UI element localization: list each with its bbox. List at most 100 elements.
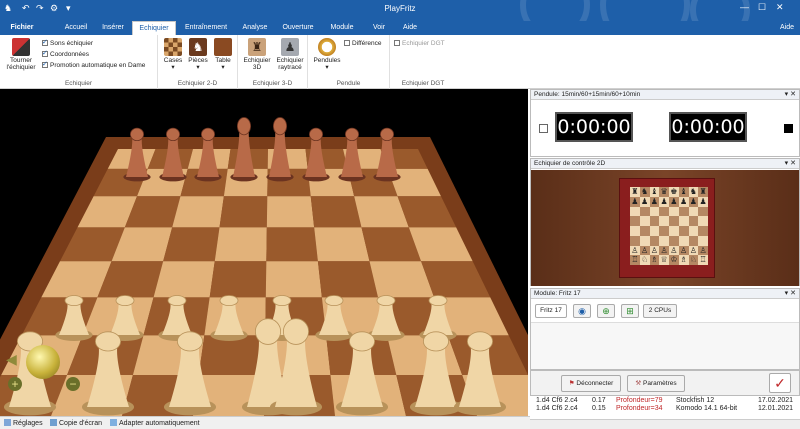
rotate-knob-icon[interactable]	[26, 345, 60, 379]
mini-board-square[interactable]: ♙	[669, 245, 679, 256]
mini-board-square[interactable]: ♘	[688, 255, 699, 265]
mini-board-square[interactable]: ♝	[678, 187, 689, 197]
mini-board-square[interactable]: ♙	[659, 245, 669, 256]
tab-ouverture[interactable]: Ouverture	[276, 21, 320, 35]
mini-board-square[interactable]: ♞	[639, 187, 650, 197]
tab-analyse[interactable]: Analyse	[236, 21, 274, 35]
mini-board-square[interactable]: ♟	[630, 196, 640, 207]
board-square[interactable]	[198, 335, 266, 375]
mini-board-square[interactable]	[698, 206, 708, 217]
autofit-status-button[interactable]: Adapter automatiquement	[110, 419, 200, 427]
engine-line[interactable]: 1.d4 Cf6 2.c4 0.15 Profondeur=34 Komodo …	[536, 405, 800, 413]
pieces-button[interactable]: ♞ Pièces ▾	[186, 38, 210, 71]
mini-board-square[interactable]	[698, 226, 708, 236]
maximize-icon[interactable]: ☐	[758, 2, 766, 13]
mini-board-square[interactable]	[639, 235, 650, 246]
mini-board-square[interactable]	[639, 206, 650, 217]
board-3d-view[interactable]: + − ◀	[0, 89, 528, 416]
mini-board-square[interactable]: ♔	[669, 255, 679, 265]
mini-board-square[interactable]	[669, 235, 679, 246]
tab-echiquier[interactable]: Echiquier	[132, 21, 176, 35]
board-square[interactable]	[317, 261, 379, 298]
mini-board-square[interactable]: ♙	[688, 245, 699, 256]
file-menu[interactable]: Fichier	[0, 21, 44, 35]
minimize-icon[interactable]: —	[740, 2, 749, 12]
cpu-count[interactable]: 2 CPUs	[643, 304, 677, 318]
board-square[interactable]	[314, 227, 370, 262]
mini-board-square[interactable]	[678, 216, 689, 226]
mini-board-square[interactable]: ♝	[649, 187, 660, 197]
mini-board-square[interactable]	[688, 216, 699, 226]
mini-board-square[interactable]: ♙	[698, 245, 708, 256]
board-square[interactable]	[172, 196, 224, 228]
mini-board-square[interactable]	[688, 226, 699, 236]
clocks-button[interactable]: Pendules ▾	[312, 38, 342, 71]
navigation-control[interactable]: + − ◀	[6, 329, 86, 399]
arrow-left-icon[interactable]: ◀	[6, 351, 17, 368]
raytrace-button[interactable]: ♟ Echiquier raytracé	[274, 38, 306, 71]
mini-board-square[interactable]	[678, 206, 689, 217]
mini-board-square[interactable]: ♜	[630, 187, 640, 197]
mini-board-square[interactable]	[669, 206, 679, 217]
mini-board-square[interactable]	[669, 226, 679, 236]
help-link[interactable]: Aide	[780, 21, 794, 35]
mini-board-square[interactable]: ♟	[639, 196, 650, 207]
mini-board-square[interactable]	[688, 235, 699, 246]
mini-board-square[interactable]	[630, 216, 640, 226]
mini-board-square[interactable]: ♗	[649, 255, 660, 265]
check-coords[interactable]: Coordonnées	[42, 49, 89, 58]
squares-button[interactable]: Cases ▾	[162, 38, 184, 71]
mini-board-square[interactable]: ♞	[688, 187, 699, 197]
mini-board-square[interactable]: ♖	[698, 255, 708, 265]
mini-board-square[interactable]: ♙	[649, 245, 660, 256]
mini-board-square[interactable]: ♟	[669, 196, 679, 207]
mini-board-square[interactable]	[688, 206, 699, 217]
rotate-board-button[interactable]: Tourner l'échiquier	[4, 38, 38, 71]
zoom-out-icon[interactable]: −	[66, 377, 80, 391]
board-square[interactable]	[214, 227, 267, 262]
mini-board-square[interactable]	[659, 226, 669, 236]
check-difference[interactable]: Différence	[344, 40, 382, 47]
engine-line[interactable]: 1.d4 Cf6 2.c4 0.17 Profondeur=79 Stockfi…	[536, 397, 800, 405]
mini-board-square[interactable]: ♙	[639, 245, 650, 256]
mini-board-square[interactable]: ♚	[669, 187, 679, 197]
mini-board-square[interactable]: ♛	[659, 187, 669, 197]
engine-add-icon[interactable]: ⊞	[621, 304, 639, 318]
check-sons[interactable]: Sons échiquier	[42, 38, 93, 47]
mini-board-square[interactable]: ♖	[630, 255, 640, 265]
board-square[interactable]	[266, 196, 315, 228]
mini-board-square[interactable]	[659, 235, 669, 246]
mini-board-square[interactable]	[678, 235, 689, 246]
tab-entrainement[interactable]: Entraînement	[178, 21, 234, 35]
mini-board-square[interactable]	[639, 226, 650, 236]
board-square[interactable]	[153, 261, 215, 298]
panel-controls-icon[interactable]: ▾ ✕	[785, 289, 796, 299]
mini-board-square[interactable]	[678, 226, 689, 236]
tab-aide[interactable]: Aide	[396, 21, 424, 35]
close-icon[interactable]: ✕	[776, 2, 784, 13]
board-square[interactable]	[209, 261, 267, 298]
mini-board-square[interactable]	[698, 216, 708, 226]
board-square[interactable]	[265, 261, 322, 298]
mini-board-square[interactable]	[659, 216, 669, 226]
mini-board-square[interactable]: ♗	[678, 255, 689, 265]
mini-chessboard[interactable]: ♜ ♞ ♝ ♛ ♚ ♝ ♞ ♜ ♟ ♟ ♟ ♟ ♟ ♟ ♟ ♟ ♙ ♙ ♙ ♙ ♙ ♙ ♙ ♙ ♖ ♘ ♗ ♕ ♔ ♗ ♘ ♖	[630, 187, 708, 265]
panel-controls-icon[interactable]: ▾ ✕	[785, 159, 796, 169]
tab-inserer[interactable]: Insérer	[96, 21, 130, 35]
mini-board-square[interactable]	[649, 206, 660, 217]
tab-voir[interactable]: Voir	[364, 21, 394, 35]
confirm-check-button[interactable]: ✓	[769, 373, 791, 393]
mini-board-square[interactable]: ♘	[639, 255, 650, 265]
check-dgt-board[interactable]: Echiquier DGT	[394, 40, 445, 47]
zoom-in-icon[interactable]: +	[8, 377, 22, 391]
mini-board-square[interactable]: ♟	[649, 196, 660, 207]
mini-board-square[interactable]: ♟	[659, 196, 669, 207]
mini-board-square[interactable]	[649, 226, 660, 236]
board-3d-button[interactable]: ♜ Echiquier 3D	[242, 38, 272, 71]
mini-board-square[interactable]	[630, 206, 640, 217]
disconnect-button[interactable]: ⚑ Déconnecter	[561, 375, 621, 392]
mini-board-square[interactable]: ♜	[698, 187, 708, 197]
mini-board-square[interactable]: ♙	[678, 245, 689, 256]
table-button[interactable]: Table ▾	[212, 38, 234, 71]
parameters-button[interactable]: ⚒ Paramètres	[627, 375, 685, 392]
